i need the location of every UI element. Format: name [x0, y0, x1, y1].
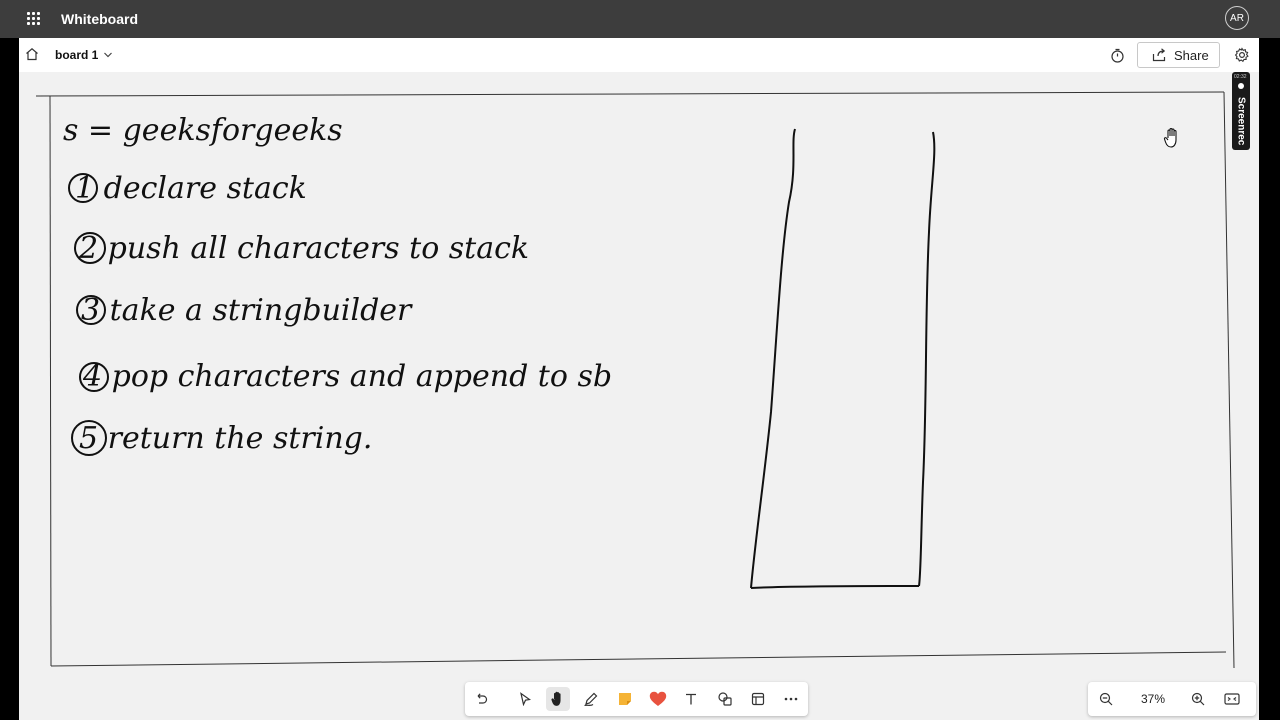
- hand-cursor-icon: [1163, 128, 1177, 148]
- record-dot-icon: [1238, 83, 1244, 89]
- template-icon: [751, 692, 765, 706]
- undo-icon: [477, 693, 488, 704]
- note-line-s: s = geeksforgeeks: [63, 113, 343, 148]
- text-tool[interactable]: [679, 687, 703, 711]
- fit-screen-icon: [1224, 693, 1240, 705]
- note-line-3: 3 take a stringbuilder: [81, 293, 413, 328]
- hand-tool[interactable]: [546, 687, 570, 711]
- note-line-5: 5 return the string.: [79, 421, 372, 456]
- stack-bottom-edge: [750, 585, 920, 589]
- note-line-1: 1 declare stack: [75, 171, 307, 206]
- stack-right-edge: [918, 131, 936, 587]
- recorder-label: Screenrec: [1235, 96, 1247, 146]
- zoom-out-button[interactable]: [1094, 687, 1118, 711]
- zoom-in-icon: [1191, 692, 1205, 706]
- screen-recorder-widget[interactable]: 02:32 Screenrec: [1232, 72, 1250, 150]
- undo-button[interactable]: [469, 687, 493, 711]
- sticky-note-icon: [619, 693, 631, 705]
- recorder-time: 02:32: [1234, 74, 1247, 80]
- board-name[interactable]: board 1: [55, 48, 98, 62]
- template-tool[interactable]: [746, 687, 770, 711]
- share-label: Share: [1174, 47, 1209, 63]
- sticky-note-tool[interactable]: [613, 687, 637, 711]
- zoom-controls: 37%: [1088, 682, 1256, 716]
- home-icon[interactable]: [25, 47, 39, 61]
- title-bar: Whiteboard AR: [0, 0, 1280, 38]
- select-tool[interactable]: [513, 687, 537, 711]
- share-button[interactable]: Share: [1137, 42, 1220, 68]
- more-button[interactable]: [779, 687, 803, 711]
- share-icon: [1152, 48, 1166, 62]
- app-launcher-icon[interactable]: [27, 12, 41, 26]
- gear-icon[interactable]: [1234, 47, 1250, 63]
- reaction-tool[interactable]: [646, 687, 670, 711]
- note-line-2: 2 push all characters to stack: [78, 231, 529, 266]
- hand-icon: [551, 691, 561, 706]
- timer-icon[interactable]: [1110, 48, 1125, 63]
- zoom-level[interactable]: 37%: [1136, 692, 1170, 706]
- shapes-tool[interactable]: [713, 687, 737, 711]
- board-toolbar: board 1 Share: [19, 38, 1259, 72]
- ink-layer: s = geeksforgeeks 1 declare stack 2 push…: [35, 91, 1235, 669]
- app-title: Whiteboard: [61, 11, 138, 27]
- whiteboard-canvas[interactable]: s = geeksforgeeks 1 declare stack 2 push…: [19, 72, 1259, 720]
- more-icon: [784, 697, 798, 701]
- chevron-down-icon[interactable]: [103, 50, 113, 60]
- fit-to-screen-button[interactable]: [1220, 687, 1244, 711]
- text-icon: [686, 693, 696, 705]
- avatar[interactable]: AR: [1225, 6, 1249, 30]
- zoom-out-icon: [1099, 692, 1113, 706]
- pen-tool[interactable]: [579, 687, 603, 711]
- drawing-toolbar: [465, 682, 808, 716]
- reaction-icon: [649, 691, 667, 706]
- stack-left-edge: [750, 128, 796, 589]
- select-icon: [520, 692, 532, 706]
- zoom-in-button[interactable]: [1186, 687, 1210, 711]
- pen-icon: [584, 692, 598, 707]
- note-line-4: 4 pop characters and append to sb: [82, 359, 612, 394]
- shapes-icon: [718, 692, 732, 706]
